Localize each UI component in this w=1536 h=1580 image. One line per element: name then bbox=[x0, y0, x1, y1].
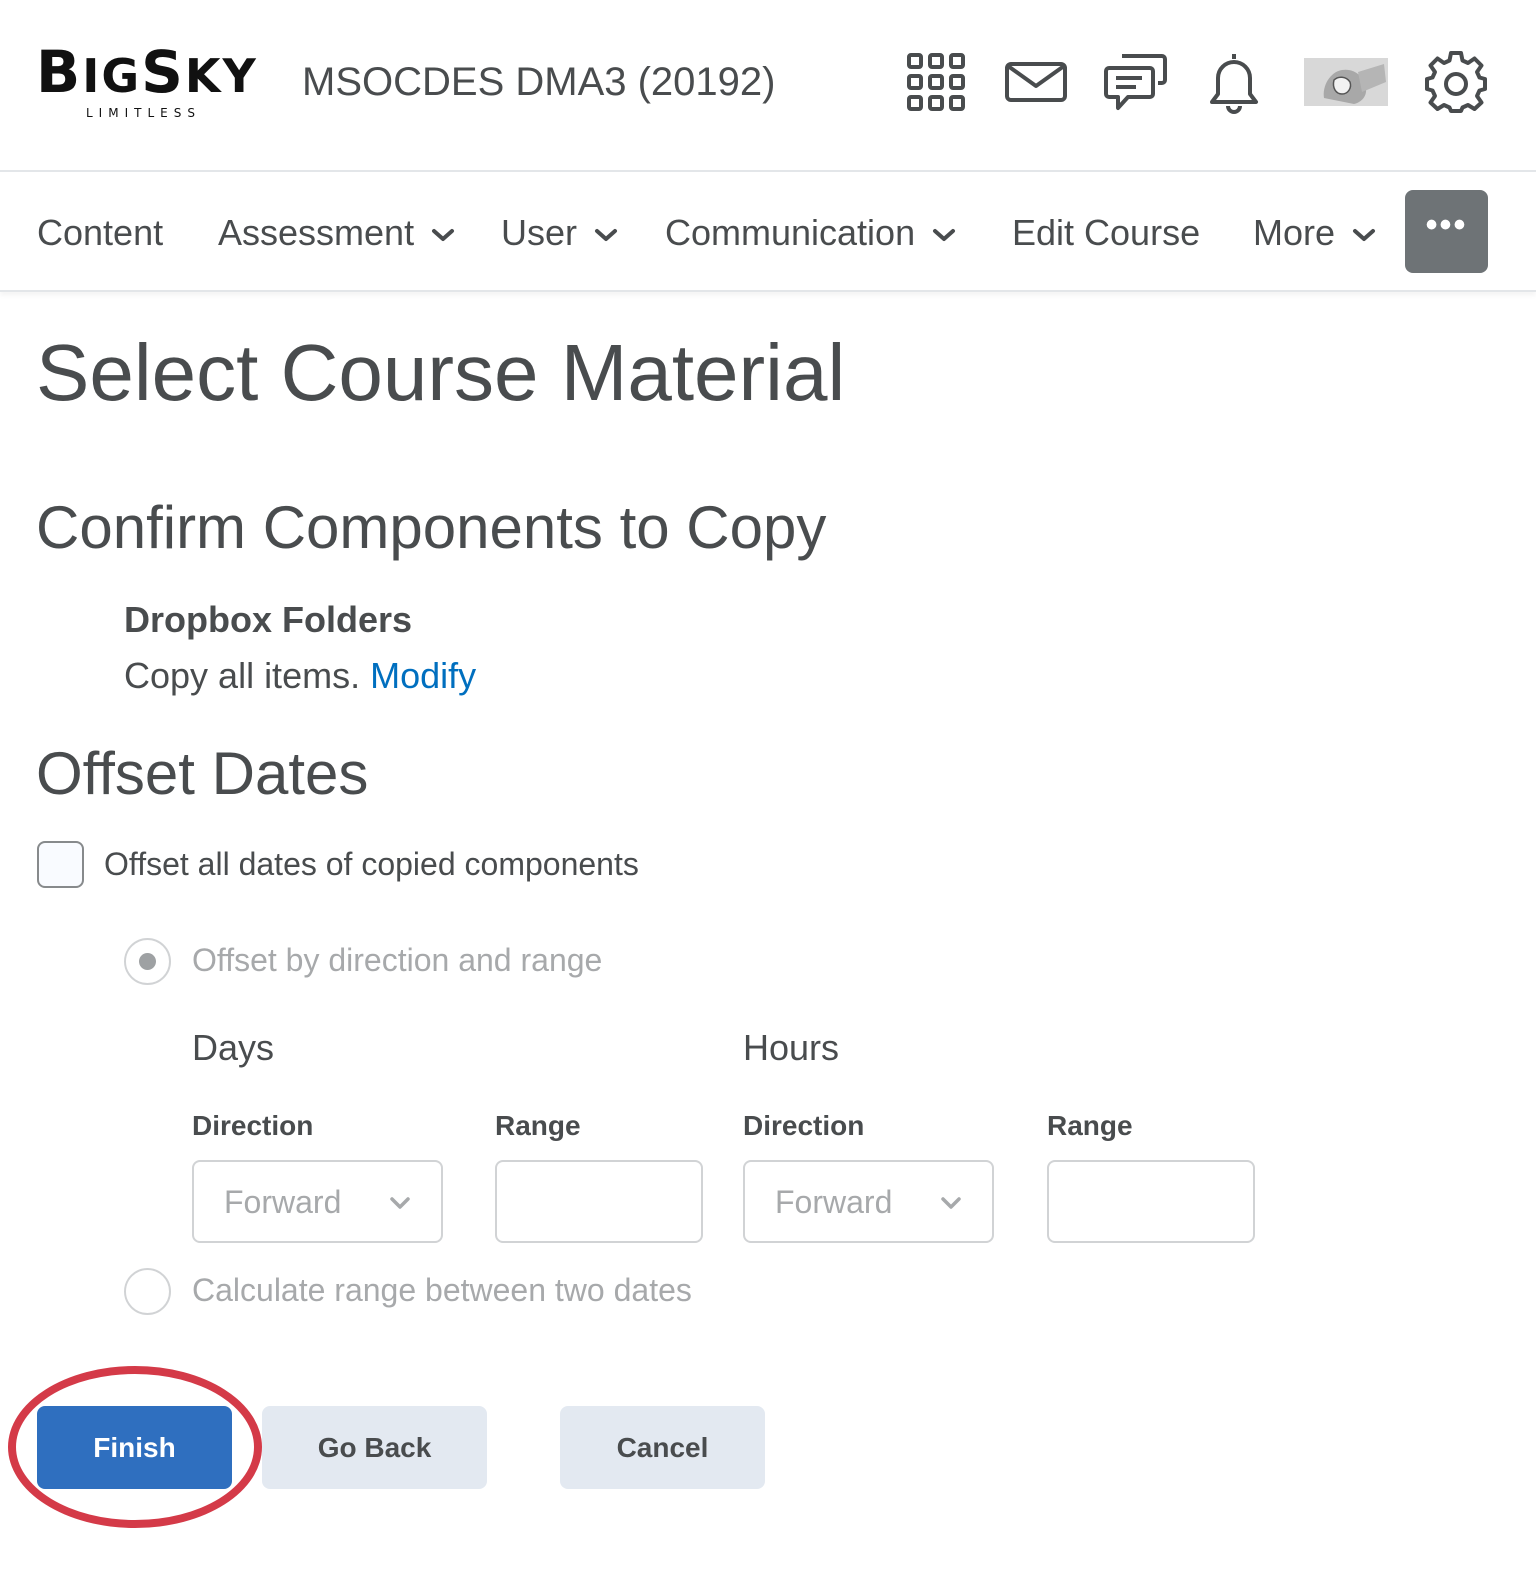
course-navbar: Content Assessment User Communication Ed… bbox=[0, 174, 1536, 292]
hours-range-input[interactable] bbox=[1047, 1160, 1255, 1243]
go-back-button[interactable]: Go Back bbox=[262, 1406, 487, 1489]
chevron-down-icon bbox=[432, 229, 455, 242]
nav-user-label: User bbox=[501, 212, 578, 253]
days-direction-label: Direction bbox=[192, 1110, 314, 1141]
logo-tagline: LIMITLESS bbox=[86, 106, 201, 120]
nav-edit-course[interactable]: Edit Course bbox=[1012, 208, 1200, 258]
days-heading: Days bbox=[192, 1027, 275, 1068]
hours-heading: Hours bbox=[743, 1027, 840, 1068]
chevron-down-icon bbox=[933, 229, 956, 242]
days-range-label: Range bbox=[495, 1110, 581, 1141]
radio-selected-dot bbox=[139, 953, 156, 970]
cancel-button[interactable]: Cancel bbox=[560, 1406, 765, 1489]
nav-communication[interactable]: Communication bbox=[665, 208, 957, 258]
page-title: Select Course Material bbox=[36, 328, 846, 417]
calculate-range-radio[interactable] bbox=[124, 1268, 171, 1315]
logo-wordmark: BIGSKY bbox=[36, 38, 258, 106]
offset-by-direction-radio[interactable] bbox=[124, 938, 171, 985]
chevron-down-icon bbox=[390, 1197, 410, 1209]
nav-content-label: Content bbox=[37, 212, 164, 253]
nav-content[interactable]: Content bbox=[37, 208, 163, 258]
nav-user[interactable]: User bbox=[501, 208, 619, 258]
overflow-menu-button[interactable]: ••• bbox=[1405, 190, 1488, 273]
nav-assessment-label: Assessment bbox=[218, 212, 415, 253]
chevron-down-icon bbox=[941, 1197, 961, 1209]
hours-range-label: Range bbox=[1047, 1110, 1133, 1141]
avatar[interactable] bbox=[1304, 58, 1388, 106]
offset-dates-checkbox[interactable] bbox=[37, 841, 84, 888]
chevron-down-icon bbox=[595, 229, 618, 242]
course-title[interactable]: MSOCDES DMA3 (20192) bbox=[302, 58, 775, 106]
nav-edit-course-label: Edit Course bbox=[1012, 212, 1201, 253]
gear-icon[interactable] bbox=[1424, 50, 1488, 114]
top-header: BIGSKY LIMITLESS MSOCDES DMA3 (20192) bbox=[0, 0, 1536, 172]
waffle-grid-icon[interactable] bbox=[904, 50, 968, 114]
bell-icon[interactable] bbox=[1202, 50, 1266, 114]
component-description: Copy all items. Modify bbox=[124, 654, 476, 698]
offset-by-direction-label[interactable]: Offset by direction and range bbox=[192, 938, 602, 982]
nav-communication-label: Communication bbox=[665, 212, 916, 253]
hours-direction-label: Direction bbox=[743, 1110, 865, 1141]
hours-direction-select[interactable]: Forward bbox=[743, 1160, 994, 1243]
days-range-input[interactable] bbox=[495, 1160, 703, 1243]
calculate-range-label[interactable]: Calculate range between two dates bbox=[192, 1268, 692, 1312]
days-direction-select[interactable]: Forward bbox=[192, 1160, 443, 1243]
confirm-components-heading: Confirm Components to Copy bbox=[36, 494, 827, 561]
modify-link[interactable]: Modify bbox=[370, 655, 476, 696]
offset-dates-checkbox-label[interactable]: Offset all dates of copied components bbox=[104, 842, 639, 886]
component-name: Dropbox Folders bbox=[124, 599, 413, 640]
days-direction-value: Forward bbox=[224, 1184, 342, 1220]
offset-dates-heading: Offset Dates bbox=[36, 740, 369, 807]
chat-bubbles-icon[interactable] bbox=[1104, 50, 1168, 114]
hours-direction-value: Forward bbox=[775, 1184, 893, 1220]
bigsky-logo[interactable]: BIGSKY LIMITLESS bbox=[36, 40, 266, 124]
mail-icon[interactable] bbox=[1004, 50, 1068, 114]
nav-assessment[interactable]: Assessment bbox=[218, 208, 456, 258]
component-description-text: Copy all items. bbox=[124, 655, 361, 696]
chevron-down-icon bbox=[1353, 229, 1376, 242]
nav-more-label: More bbox=[1253, 212, 1336, 253]
finish-button[interactable]: Finish bbox=[37, 1406, 232, 1489]
nav-more[interactable]: More bbox=[1253, 208, 1377, 258]
